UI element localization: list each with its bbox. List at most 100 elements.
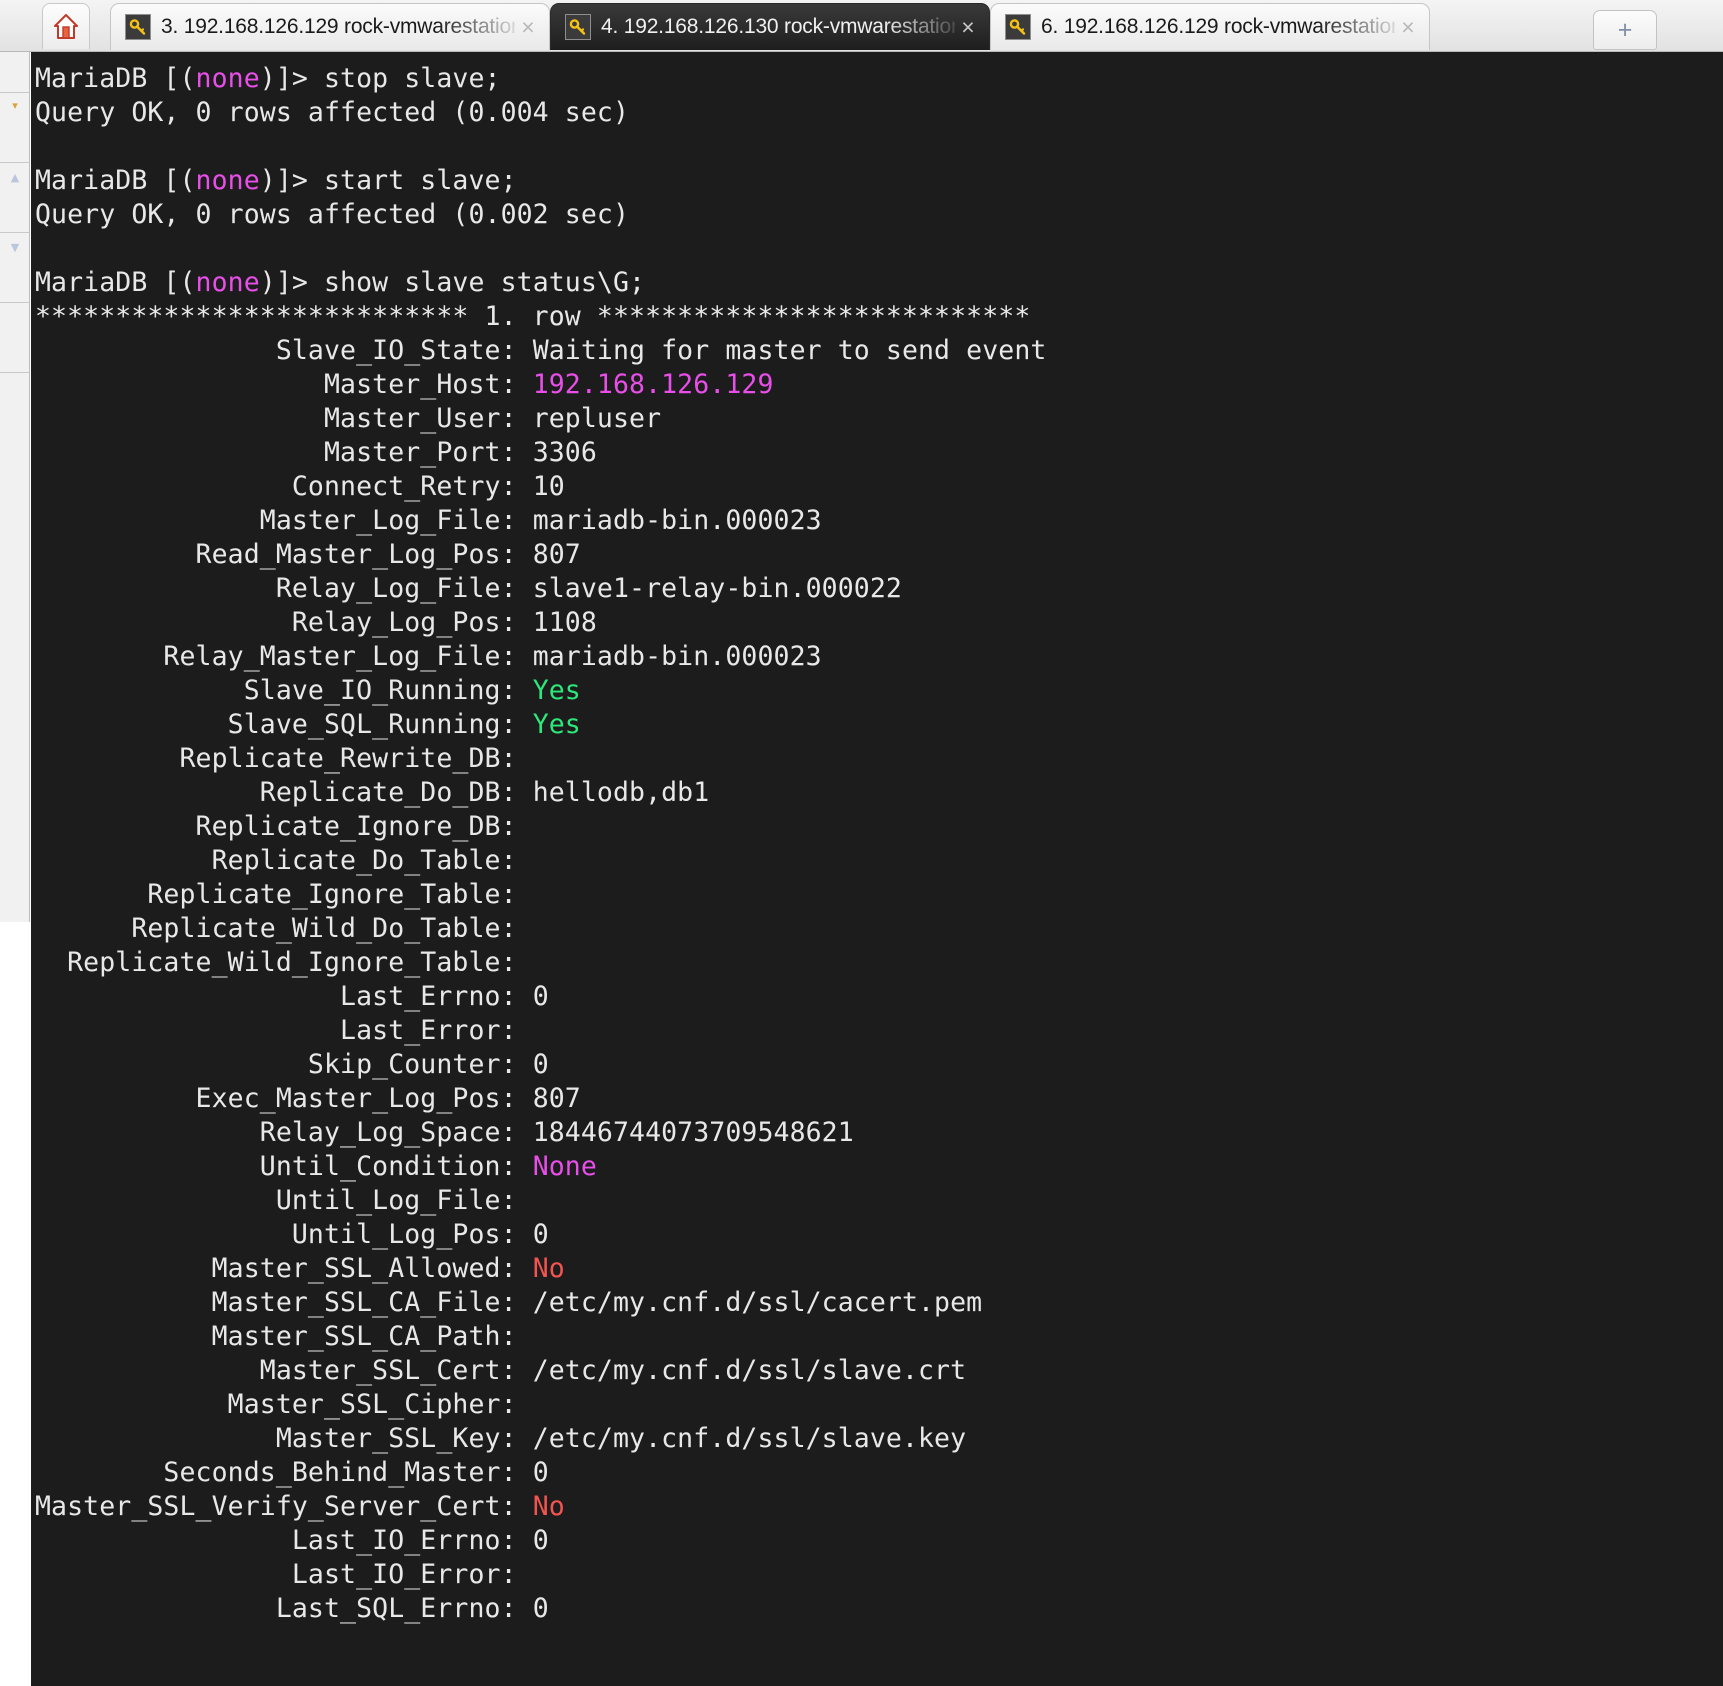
field-key: Master_Log_File: [35, 505, 517, 536]
tab-item-active[interactable]: 4. 192.168.126.130 rock-vmwarestation × [550, 3, 990, 50]
left-side-panel[interactable]: ▾ ▲ ▼ [0, 52, 30, 1686]
field-value: No [516, 1253, 565, 1284]
field-value: Yes [516, 709, 581, 740]
home-icon [53, 13, 79, 41]
field-value: None [516, 1151, 597, 1182]
terminal-field-line: Relay_Log_Pos: 1108 [35, 606, 1723, 640]
field-key: Master_SSL_Key: [35, 1423, 517, 1454]
home-button[interactable] [42, 3, 90, 49]
field-key: Until_Log_Pos: [35, 1219, 517, 1250]
field-key: Master_SSL_Verify_Server_Cert: [35, 1491, 517, 1522]
field-value: mariadb-bin.000023 [516, 505, 822, 536]
terminal-field-line: Master_SSL_Key: /etc/my.cnf.d/ssl/slave.… [35, 1422, 1723, 1456]
terminal-field-line: Master_SSL_Cipher: [35, 1388, 1723, 1422]
field-key: Master_Host: [35, 369, 517, 400]
terminal-field-line: Relay_Log_File: slave1-relay-bin.000022 [35, 572, 1723, 606]
terminal-field-line: Last_Errno: 0 [35, 980, 1723, 1014]
tab-close-icon[interactable]: × [515, 15, 541, 39]
terminal-text-line: Query OK, 0 rows affected (0.002 sec) [35, 199, 630, 230]
terminal-field-line: Slave_IO_Running: Yes [35, 674, 1723, 708]
field-value: Waiting for master to send event [516, 335, 1047, 366]
field-value: /etc/my.cnf.d/ssl/cacert.pem [516, 1287, 983, 1318]
terminal-field-line: Replicate_Ignore_DB: [35, 810, 1723, 844]
field-value: 807 [516, 1083, 581, 1114]
terminal-field-line: Slave_IO_State: Waiting for master to se… [35, 334, 1723, 368]
tab-item[interactable]: 3. 192.168.126.129 rock-vmwarestation × [110, 3, 550, 50]
prompt-prefix: MariaDB [( [35, 267, 196, 298]
field-value: No [516, 1491, 565, 1522]
field-value: 0 [516, 1525, 549, 1556]
terminal-output[interactable]: MariaDB [(none)]> stop slave; Query OK, 0… [31, 52, 1723, 1686]
field-value: slave1-relay-bin.000022 [516, 573, 902, 604]
field-key: Connect_Retry: [35, 471, 517, 502]
terminal-row-separator: *************************** 1. row *****… [35, 301, 1031, 332]
terminal-field-line: Skip_Counter: 0 [35, 1048, 1723, 1082]
terminal-field-line: Master_Host: 192.168.126.129 [35, 368, 1723, 402]
prompt-database: none [195, 63, 260, 94]
field-key: Last_SQL_Errno: [35, 1593, 517, 1624]
field-key: Replicate_Wild_Do_Table: [35, 913, 517, 944]
key-icon [1005, 14, 1031, 40]
terminal-field-line: Master_SSL_CA_File: /etc/my.cnf.d/ssl/ca… [35, 1286, 1723, 1320]
terminal-field-line: Replicate_Ignore_Table: [35, 878, 1723, 912]
prompt-suffix: )]> [259, 165, 324, 196]
terminal-field-line: Replicate_Rewrite_DB: [35, 742, 1723, 776]
tab-item[interactable]: 6. 192.168.126.129 rock-vmwarestation × [990, 3, 1430, 50]
terminal-text-line: Query OK, 0 rows affected (0.004 sec) [35, 97, 630, 128]
terminal-field-line: Last_SQL_Errno: 0 [35, 1592, 1723, 1626]
tab-label: 3. 192.168.126.129 rock-vmwarestation [161, 15, 515, 38]
terminal-field-line: Slave_SQL_Running: Yes [35, 708, 1723, 742]
field-value: 0 [516, 1457, 549, 1488]
field-key: Slave_SQL_Running: [35, 709, 517, 740]
field-key: Slave_IO_Running: [35, 675, 517, 706]
prompt-prefix: MariaDB [( [35, 63, 196, 94]
terminal-field-line: Master_SSL_Allowed: No [35, 1252, 1723, 1286]
tab-close-icon[interactable]: × [1395, 15, 1421, 39]
key-icon [565, 14, 591, 40]
plus-icon: + [1617, 15, 1633, 44]
field-key: Replicate_Ignore_DB: [35, 811, 517, 842]
terminal-field-line: Until_Condition: None [35, 1150, 1723, 1184]
field-value: hellodb,db1 [516, 777, 710, 808]
terminal-field-line: Seconds_Behind_Master: 0 [35, 1456, 1723, 1490]
prompt-suffix: )]> [259, 267, 324, 298]
field-key: Seconds_Behind_Master: [35, 1457, 517, 1488]
field-key: Slave_IO_State: [35, 335, 517, 366]
field-key: Until_Log_File: [35, 1185, 517, 1216]
tab-label: 4. 192.168.126.130 rock-vmwarestation [601, 15, 955, 38]
field-value: 0 [516, 1049, 549, 1080]
new-tab-button[interactable]: + [1593, 10, 1657, 50]
field-key: Last_IO_Errno: [35, 1525, 517, 1556]
terminal-field-line: Master_SSL_CA_Path: [35, 1320, 1723, 1354]
field-key: Replicate_Wild_Ignore_Table: [35, 947, 517, 978]
field-key: Last_Errno: [35, 981, 517, 1012]
field-key: Master_SSL_CA_Path: [35, 1321, 517, 1352]
terminal-field-line: Master_SSL_Verify_Server_Cert: No [35, 1490, 1723, 1524]
field-value: 0 [516, 981, 549, 1012]
field-key: Until_Condition: [35, 1151, 517, 1182]
tab-bar: 3. 192.168.126.129 rock-vmwarestation × … [0, 0, 1723, 52]
field-key: Exec_Master_Log_Pos: [35, 1083, 517, 1114]
field-key: Replicate_Do_DB: [35, 777, 517, 808]
field-key: Read_Master_Log_Pos: [35, 539, 517, 570]
terminal-prompt-line: MariaDB [(none)]> show slave status\G; [35, 266, 1723, 300]
field-value: 0 [516, 1593, 549, 1624]
rail-divider [0, 92, 30, 93]
terminal-field-line: Until_Log_File: [35, 1184, 1723, 1218]
terminal-prompt-line: MariaDB [(none)]> start slave; [35, 164, 1723, 198]
rail-divider [0, 372, 30, 373]
terminal-field-line: Read_Master_Log_Pos: 807 [35, 538, 1723, 572]
key-icon [125, 14, 151, 40]
field-value: /etc/my.cnf.d/ssl/slave.crt [516, 1355, 967, 1386]
tab-close-icon[interactable]: × [955, 15, 981, 39]
field-key: Skip_Counter: [35, 1049, 517, 1080]
rail-divider [0, 232, 30, 233]
rail-empty-area [0, 922, 30, 1686]
terminal-emulator-window: 3. 192.168.126.129 rock-vmwarestation × … [0, 0, 1723, 1686]
rail-marker-icon: ▾ [12, 99, 18, 112]
field-value: 0 [516, 1219, 549, 1250]
field-key: Master_SSL_Cert: [35, 1355, 517, 1386]
field-value: 807 [516, 539, 581, 570]
field-key: Master_Port: [35, 437, 517, 468]
